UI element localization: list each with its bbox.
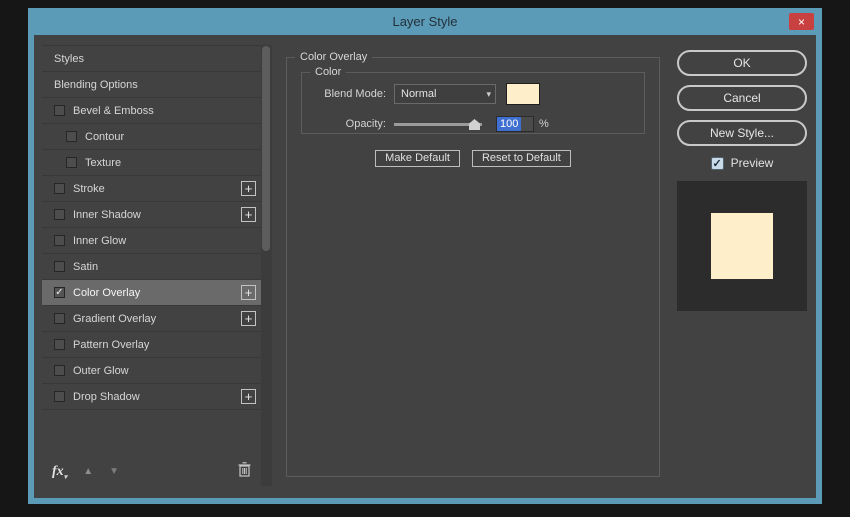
style-item-label: Styles	[54, 52, 84, 65]
style-item-inner-glow[interactable]: Inner Glow	[42, 228, 261, 254]
style-item-satin[interactable]: Satin	[42, 254, 261, 280]
style-item-stroke[interactable]: Stroke +	[42, 176, 261, 202]
opacity-input[interactable]: 100	[496, 116, 534, 132]
checkbox-unchecked[interactable]	[54, 183, 65, 194]
ok-button[interactable]: OK	[677, 50, 807, 76]
dialog-body: Styles Blending Options Bevel & Emboss Cont…	[34, 35, 816, 498]
add-instance-button[interactable]: +	[241, 311, 256, 326]
photoshop-canvas: Layer Style × Styles Blending Options Beve…	[0, 0, 850, 517]
add-instance-button[interactable]: +	[241, 181, 256, 196]
opacity-row: Opacity: 100 %	[302, 113, 644, 135]
delete-effect-button[interactable]	[238, 462, 251, 482]
style-item-label: Inner Shadow	[73, 208, 141, 221]
scrollbar-thumb[interactable]	[262, 46, 270, 251]
dialog-title: Layer Style	[392, 14, 458, 29]
checkmark-icon: ✓	[712, 157, 722, 170]
blend-mode-value: Normal	[401, 88, 437, 100]
subgroup-title: Color	[310, 66, 347, 78]
style-item-color-overlay[interactable]: ✓ Color Overlay +	[42, 280, 261, 306]
reset-to-default-button[interactable]: Reset to Default	[471, 150, 571, 167]
opacity-slider-handle[interactable]	[469, 119, 480, 130]
layer-style-dialog: Layer Style × Styles Blending Options Beve…	[28, 8, 822, 504]
close-button[interactable]: ×	[789, 13, 814, 30]
add-instance-button[interactable]: +	[241, 285, 256, 300]
opacity-unit: %	[539, 118, 549, 130]
opacity-value: 100	[497, 117, 522, 131]
styles-scrollbar[interactable]	[261, 45, 272, 486]
chevron-down-icon: ▾	[486, 89, 491, 99]
checkbox-unchecked[interactable]	[54, 391, 65, 402]
style-item-label: Outer Glow	[73, 364, 129, 377]
checkbox-unchecked[interactable]	[54, 235, 65, 246]
style-item-label: Satin	[73, 260, 99, 273]
blend-mode-select[interactable]: Normal ▾	[394, 84, 496, 104]
make-default-button[interactable]: Make Default	[375, 150, 460, 167]
preview-label: Preview	[730, 156, 774, 170]
trash-icon	[238, 462, 251, 477]
add-instance-button[interactable]: +	[241, 207, 256, 222]
checkbox-unchecked[interactable]	[54, 339, 65, 350]
layer-preview-thumbnail	[677, 181, 807, 311]
move-effect-down-button[interactable]: ▼	[109, 467, 119, 477]
styles-panel: Styles Blending Options Bevel & Emboss Cont…	[42, 45, 272, 486]
styles-panel-footer: fx▾ ▲ ▼	[42, 458, 261, 486]
style-item-label: Contour	[85, 130, 125, 143]
defaults-button-row: Make Default Reset to Default	[287, 150, 659, 167]
style-item-label: Stroke	[73, 182, 105, 195]
checkbox-unchecked[interactable]	[66, 131, 77, 142]
preview-layer-square	[711, 213, 773, 279]
style-item-label: Drop Shadow	[73, 390, 140, 403]
move-effect-up-button[interactable]: ▲	[83, 467, 93, 477]
cancel-button[interactable]: Cancel	[677, 85, 807, 111]
add-effect-button[interactable]: fx▾	[52, 464, 67, 481]
style-item-styles[interactable]: Styles	[42, 46, 261, 72]
color-subgroup: Color Blend Mode: Normal ▾ Opacity: 100 …	[301, 66, 645, 135]
style-item-outer-glow[interactable]: Outer Glow	[42, 358, 261, 384]
checkbox-unchecked[interactable]	[66, 157, 77, 168]
preview-checkbox[interactable]: ✓	[710, 156, 724, 170]
style-item-bevel-emboss[interactable]: Bevel & Emboss	[42, 98, 261, 124]
style-item-blending-options[interactable]: Blending Options	[42, 72, 261, 98]
style-item-label: Gradient Overlay	[73, 312, 157, 325]
style-item-contour[interactable]: Contour	[42, 124, 261, 150]
chevron-down-icon: ▾	[63, 472, 68, 481]
checkbox-unchecked[interactable]	[54, 209, 65, 220]
style-item-pattern-overlay[interactable]: Pattern Overlay	[42, 332, 261, 358]
style-item-inner-shadow[interactable]: Inner Shadow +	[42, 202, 261, 228]
checkbox-unchecked[interactable]	[54, 105, 65, 116]
style-item-label: Color Overlay	[73, 286, 141, 299]
group-title: Color Overlay	[295, 51, 373, 63]
style-item-label: Blending Options	[54, 78, 138, 91]
style-item-label: Pattern Overlay	[73, 338, 150, 351]
opacity-label: Opacity:	[345, 118, 386, 130]
styles-list: Styles Blending Options Bevel & Emboss Cont…	[42, 45, 261, 410]
style-item-texture[interactable]: Texture	[42, 150, 261, 176]
style-item-label: Inner Glow	[73, 234, 127, 247]
close-icon: ×	[797, 14, 805, 29]
style-item-drop-shadow[interactable]: Drop Shadow +	[42, 384, 261, 410]
blend-mode-row: Blend Mode: Normal ▾	[302, 83, 644, 105]
color-overlay-group: Color Overlay Color Blend Mode: Normal ▾…	[286, 51, 660, 477]
checkbox-unchecked[interactable]	[54, 365, 65, 376]
opacity-slider[interactable]	[394, 113, 482, 135]
checkbox-checked[interactable]: ✓	[54, 287, 65, 298]
new-style-button[interactable]: New Style...	[677, 120, 807, 146]
style-item-label: Bevel & Emboss	[73, 104, 154, 117]
action-column: OK Cancel New Style... ✓ Preview	[677, 35, 807, 498]
preview-option: ✓ Preview	[677, 155, 807, 171]
style-item-label: Texture	[85, 156, 122, 169]
checkbox-unchecked[interactable]	[54, 313, 65, 324]
add-instance-button[interactable]: +	[241, 389, 256, 404]
checkbox-unchecked[interactable]	[54, 261, 65, 272]
opacity-slider-track[interactable]	[394, 123, 482, 126]
dialog-titlebar[interactable]: Layer Style ×	[28, 8, 822, 35]
arrow-up-icon: ▲	[83, 466, 94, 477]
overlay-color-swatch[interactable]	[506, 83, 540, 105]
style-item-gradient-overlay[interactable]: Gradient Overlay +	[42, 306, 261, 332]
arrow-down-icon: ▼	[109, 466, 119, 477]
blend-mode-label: Blend Mode:	[324, 88, 386, 100]
